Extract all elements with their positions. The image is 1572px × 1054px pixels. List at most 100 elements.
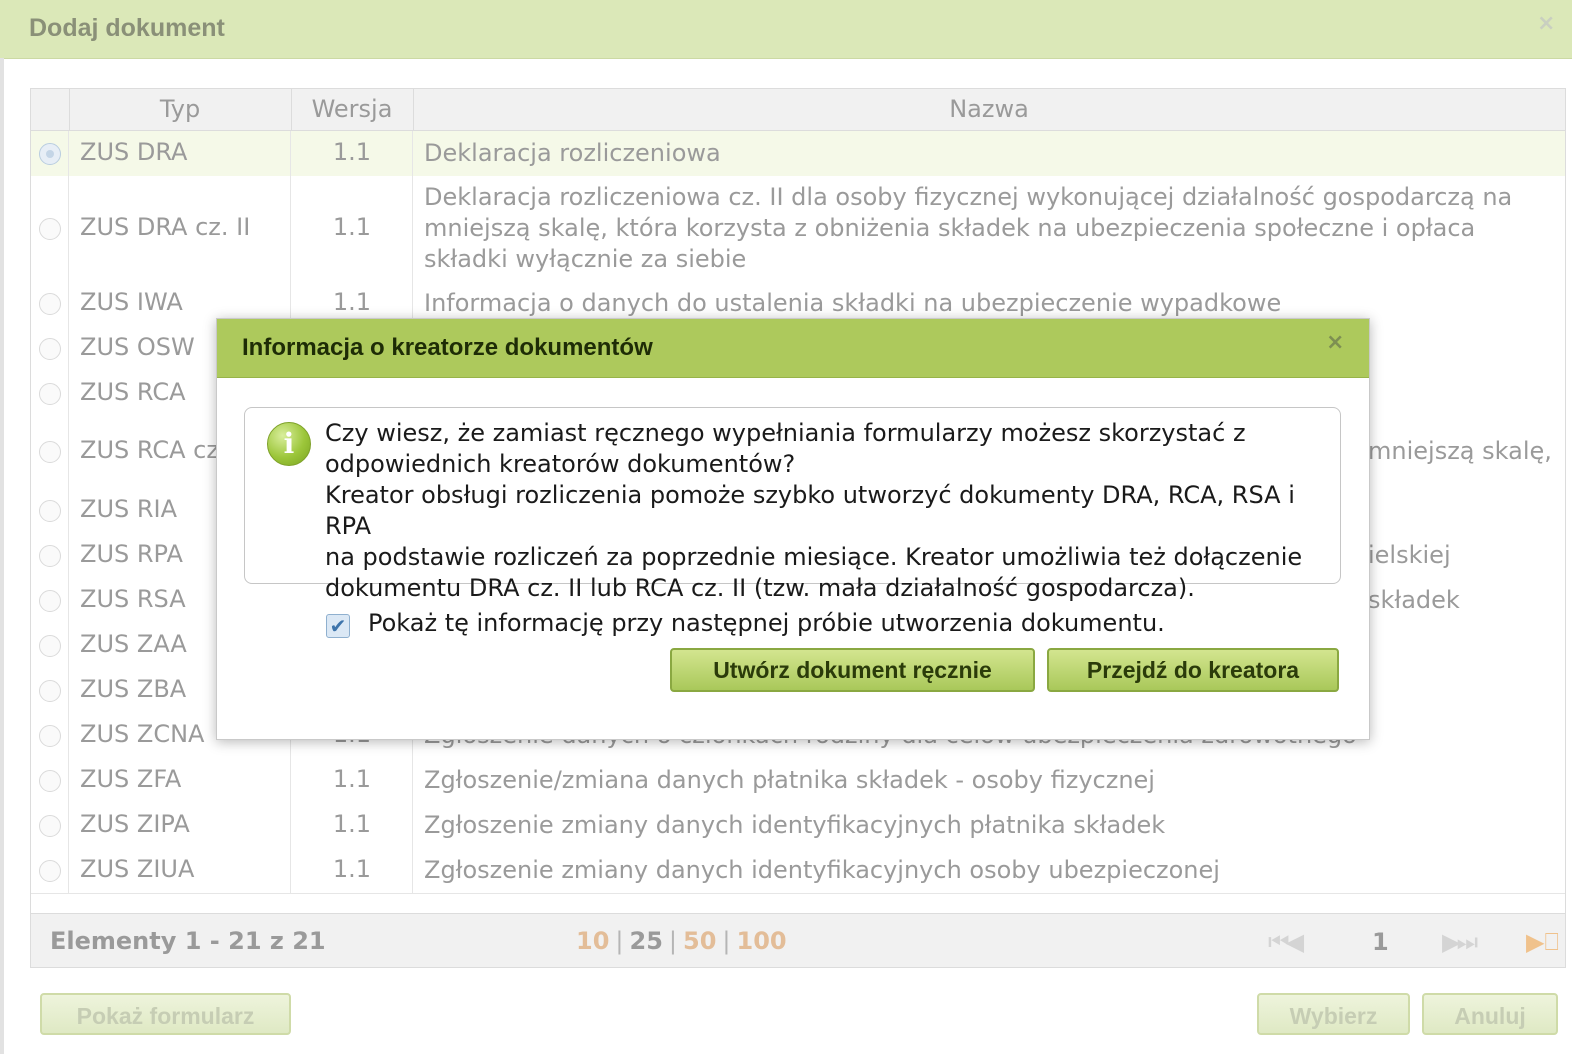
typ-value: ZUS DRA [80,138,188,166]
show-again-checkbox[interactable]: ✔ [326,614,350,638]
row-radio[interactable] [39,860,61,882]
create-manually-button[interactable]: Utwórz dokument ręcznie [670,648,1035,692]
typ-value: ZUS RCA cz. [80,436,227,464]
row-radio[interactable] [39,500,61,522]
typ-cell: ZUS ZFA [69,758,291,803]
row-select-cell[interactable] [31,371,69,416]
dialog-left-edge [0,58,4,1054]
nazwa-value: Informacja o danych do ustalenia składki… [424,289,1282,317]
grid-header-typ[interactable]: Typ [69,89,292,130]
page-size-50[interactable]: 50 [683,927,716,955]
row-select-cell[interactable] [31,416,69,488]
wersja-cell: 1.1 [291,176,413,281]
first-prev-page-icon[interactable]: ⏮◀ [1268,928,1304,956]
row-radio[interactable] [39,770,61,792]
row-radio[interactable] [39,680,61,702]
row-select-cell[interactable] [31,281,69,326]
row-select-cell[interactable] [31,176,69,281]
nazwa-value: Zgłoszenie zmiany danych identyfikacyjny… [424,856,1220,884]
info-line: Czy wiesz, że zamiast ręcznego wypełnian… [325,419,1246,447]
row-select-cell[interactable] [31,533,69,578]
table-row[interactable]: ZUS ZFA 1.1 Zgłoszenie/zmiana danych płatn… [31,758,1565,804]
nazwa-cell: Zgłoszenie zmiany danych identyfikacyjny… [413,803,1565,848]
grid-header: Typ Wersja Nazwa [31,89,1565,131]
row-radio[interactable] [39,590,61,612]
row-select-cell[interactable] [31,758,69,803]
row-radio[interactable] [39,815,61,837]
row-select-cell[interactable] [31,803,69,848]
go-to-wizard-button[interactable]: Przejdź do kreatora [1047,648,1339,692]
row-radio[interactable] [39,545,61,567]
wersja-value: 1.1 [332,855,372,883]
row-radio[interactable] [39,383,61,405]
grid-header-wersja[interactable]: Wersja [291,89,414,130]
dialog-titlebar: Dodaj dokument × [0,0,1572,59]
info-line: Kreator obsługi rozliczenia pomoże szybk… [325,481,1295,540]
typ-value: ZUS RPA [80,540,183,568]
row-select-cell[interactable] [31,848,69,893]
current-page: 1 [1372,928,1389,956]
row-radio[interactable] [39,338,61,360]
table-row[interactable]: ZUS DRA cz. II 1.1 Deklaracja rozliczeniow… [31,176,1565,282]
show-form-button[interactable]: Pokaż formularz [40,993,291,1035]
typ-value: ZUS ZCNA [80,720,205,748]
row-select-cell[interactable] [31,326,69,371]
cancel-button[interactable]: Anuluj [1422,993,1558,1035]
row-radio[interactable] [39,635,61,657]
table-row[interactable]: ZUS ZIUA 1.1 Zgłoszenie zmiany danych iden… [31,848,1565,894]
row-radio[interactable] [39,143,61,165]
wersja-value: 1.1 [332,213,372,241]
next-last-page-icon[interactable]: ▶⏭ [1442,928,1478,956]
row-select-cell[interactable] [31,623,69,668]
typ-value: ZUS ZIUA [80,855,195,883]
wersja-cell: 1.1 [291,131,413,176]
nazwa-value: Deklaracja rozliczeniowa cz. II dla osob… [424,183,1513,273]
wersja-value: 1.1 [332,810,372,838]
page-size-separator: | [722,927,731,955]
nazwa-value: mniejszą skalę, [1368,437,1552,465]
row-radio[interactable] [39,293,61,315]
page-size-100[interactable]: 100 [737,927,787,955]
page-size-selector: 10 | 25 | 50 | 100 [576,927,787,955]
modal-close-icon[interactable]: × [1326,330,1344,355]
row-radio[interactable] [39,218,61,240]
grid-header-nazwa[interactable]: Nazwa [413,89,1565,130]
nazwa-cell: Deklaracja rozliczeniowa cz. II dla osob… [413,176,1565,281]
info-line: na podstawie rozliczeń za poprzednie mie… [325,543,1303,571]
info-box: i Czy wiesz, że zamiast ręcznego wypełni… [244,407,1341,602]
wersja-value: 1.1 [332,138,372,166]
row-select-cell[interactable] [31,578,69,623]
typ-cell: ZUS DRA cz. II [69,176,291,281]
row-select-cell[interactable] [31,668,69,713]
last-page-icon[interactable]: ▶⎕ [1526,928,1559,956]
table-row[interactable]: ZUS DRA 1.1 Deklaracja rozliczeniowa [31,131,1565,177]
nazwa-value: Zgłoszenie/zmiana danych płatnika składe… [424,766,1155,794]
row-radio[interactable] [39,441,61,463]
nazwa-cell: Zgłoszenie/zmiana danych płatnika składe… [413,758,1565,803]
typ-cell: ZUS ZIPA [69,803,291,848]
row-select-cell[interactable] [31,488,69,533]
wersja-value: 1.1 [332,288,372,316]
typ-value: ZUS ZIPA [80,810,190,838]
row-select-cell[interactable] [31,131,69,176]
select-button[interactable]: Wybierz [1257,993,1410,1035]
table-row[interactable]: ZUS ZIPA 1.1 Zgłoszenie zmiany danych iden… [31,803,1565,849]
row-select-cell[interactable] [31,713,69,758]
show-again-label[interactable]: Pokaż tę informację przy następnej próbi… [368,609,1165,637]
wizard-info-modal: Informacja o kreatorze dokumentów × i Cz… [216,318,1370,740]
pager-count: Elementy 1 - 21 z 21 [50,927,326,955]
nazwa-value: składek [1368,586,1460,614]
typ-value: ZUS ZAA [80,630,187,658]
typ-value: ZUS RIA [80,495,178,523]
page-size-10[interactable]: 10 [576,927,609,955]
info-text: Czy wiesz, że zamiast ręcznego wypełnian… [325,418,1325,604]
dialog-close-icon[interactable]: × [1537,11,1555,36]
typ-cell: ZUS DRA [69,131,291,176]
wersja-cell: 1.1 [291,848,413,893]
typ-value: ZUS RSA [80,585,186,613]
info-line: odpowiednich kreatorów dokumentów? [325,450,796,478]
wersja-cell: 1.1 [291,758,413,803]
nazwa-cell: Zgłoszenie zmiany danych identyfikacyjny… [413,848,1565,893]
row-radio[interactable] [39,725,61,747]
typ-value: ZUS DRA cz. II [80,213,251,241]
